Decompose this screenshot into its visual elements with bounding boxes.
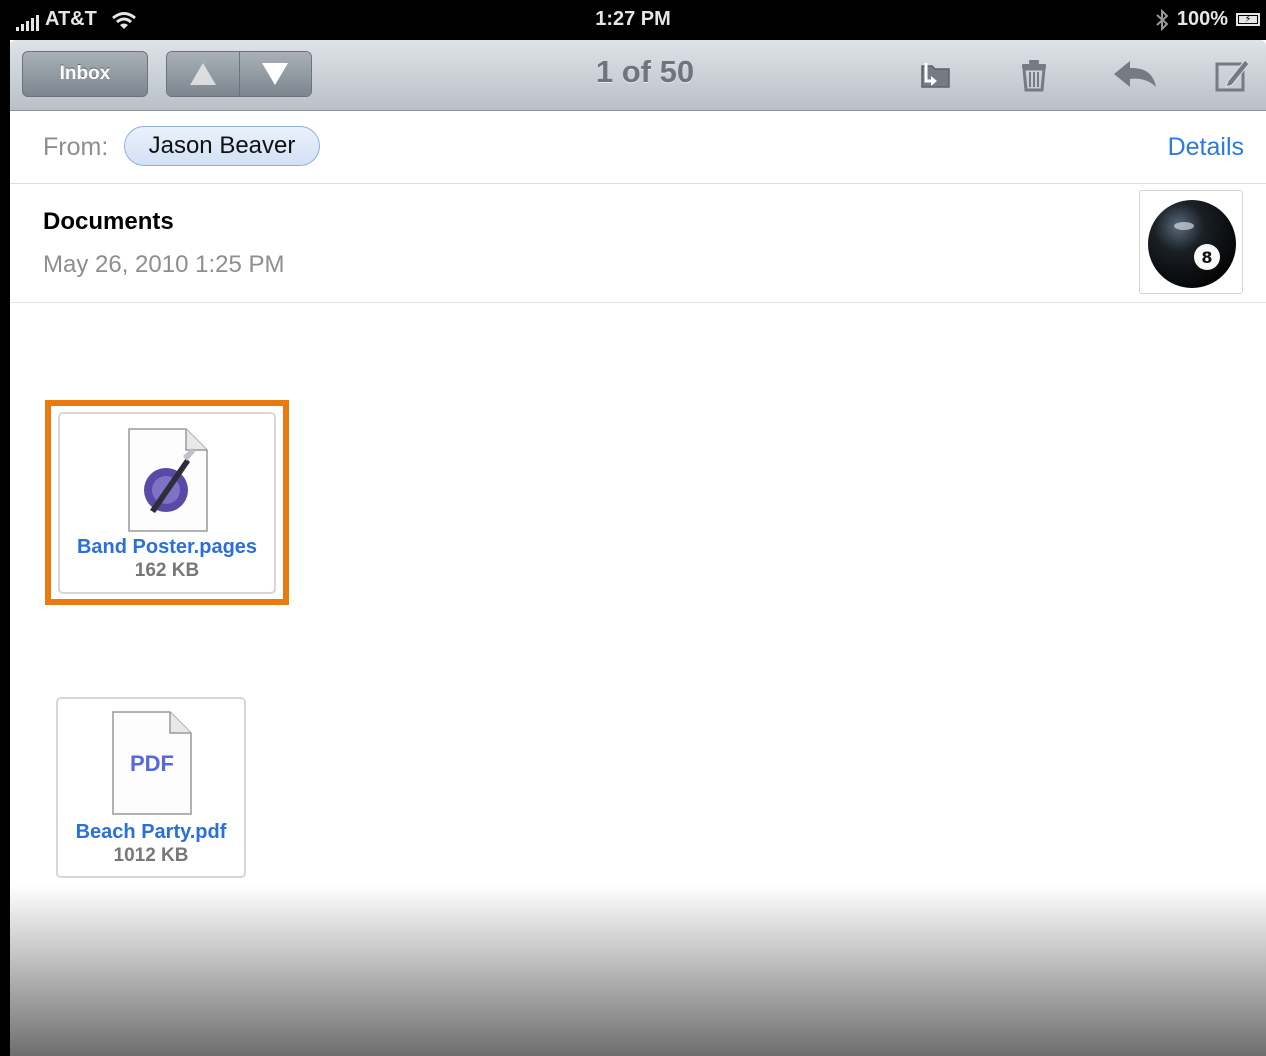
previous-message-button[interactable] bbox=[167, 52, 239, 96]
from-label: From: bbox=[43, 133, 109, 161]
bluetooth-icon bbox=[1156, 8, 1169, 31]
svg-text:8: 8 bbox=[1201, 248, 1212, 267]
message-view: Inbox 1 of 50 From: Jason Beaver Details… bbox=[10, 40, 1266, 1056]
pages-document-icon bbox=[128, 428, 208, 532]
message-subject: Documents bbox=[43, 208, 174, 235]
left-edge bbox=[0, 40, 10, 1056]
attachment-size: 162 KB bbox=[134, 560, 200, 581]
status-right: 100% ⚡ bbox=[1155, 8, 1260, 31]
message-toolbar: Inbox 1 of 50 bbox=[10, 40, 1266, 111]
attachment-size: 1012 KB bbox=[113, 845, 189, 866]
reply-icon[interactable] bbox=[1112, 57, 1158, 93]
next-arrow-icon bbox=[262, 63, 289, 85]
next-message-button[interactable] bbox=[238, 52, 311, 96]
message-navigation bbox=[166, 51, 312, 97]
details-link[interactable]: Details bbox=[1168, 133, 1244, 162]
attachment-name: Band Poster.pages bbox=[76, 536, 258, 558]
from-row: From: Jason Beaver Details bbox=[10, 111, 1266, 184]
pdf-icon-label: PDF bbox=[130, 751, 174, 776]
battery-charging-icon: ⚡ bbox=[1236, 13, 1260, 26]
sender-avatar: 8 bbox=[1139, 190, 1243, 294]
attachment-band-poster[interactable]: Band Poster.pages 162 KB bbox=[58, 412, 276, 594]
status-time: 1:27 PM bbox=[595, 8, 671, 30]
eight-ball-icon: 8 bbox=[1148, 200, 1236, 288]
pdf-document-icon: PDF bbox=[112, 711, 192, 815]
attachment-name: Beach Party.pdf bbox=[75, 821, 227, 843]
bottom-fade bbox=[10, 885, 1266, 1056]
ipad-mail-screen: AT&T 1:27 PM 100% ⚡ Inbox 1 of 50 From: … bbox=[0, 0, 1266, 1056]
sender-chip[interactable]: Jason Beaver bbox=[124, 126, 320, 166]
trash-icon[interactable] bbox=[1016, 57, 1052, 93]
message-date: May 26, 2010 1:25 PM bbox=[43, 251, 285, 278]
subject-row: Documents May 26, 2010 1:25 PM 8 bbox=[10, 184, 1266, 303]
previous-arrow-icon bbox=[189, 63, 216, 85]
inbox-button[interactable]: Inbox bbox=[22, 51, 148, 97]
message-counter: 1 of 50 bbox=[595, 54, 695, 89]
compose-icon[interactable] bbox=[1214, 57, 1250, 93]
attachment-beach-party[interactable]: PDF Beach Party.pdf 1012 KB bbox=[56, 697, 246, 878]
move-to-folder-icon[interactable] bbox=[918, 57, 954, 93]
battery-percent: 100% bbox=[1176, 8, 1228, 30]
status-bar: AT&T 1:27 PM 100% ⚡ bbox=[0, 0, 1266, 40]
